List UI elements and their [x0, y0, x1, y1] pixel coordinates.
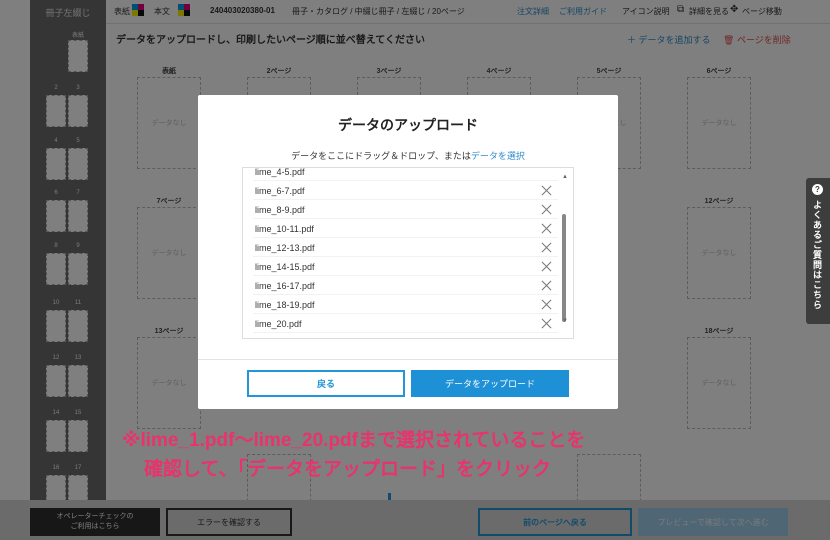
select-data-link[interactable]: データを選択 — [471, 151, 525, 161]
back-button[interactable]: 戻る — [247, 370, 405, 397]
file-row: lime_4-5.pdf — [253, 167, 558, 181]
modal-title: データのアップロード — [338, 117, 478, 133]
upload-data-button[interactable]: データをアップロード — [411, 370, 569, 397]
remove-file-icon[interactable] — [542, 242, 552, 252]
file-row: lime_8-9.pdf — [253, 200, 558, 219]
file-row: lime_20.pdf — [253, 314, 558, 333]
scroll-up-arrow-icon[interactable]: ▲ — [562, 174, 568, 180]
file-name: lime_20.pdf — [255, 319, 302, 329]
modal-divider — [198, 359, 618, 360]
scrollbar-thumb[interactable] — [562, 214, 566, 322]
remove-file-icon[interactable] — [542, 185, 552, 195]
faq-tab-label: よくあるご質問はこちら — [812, 200, 822, 310]
upload-modal: データのアップロード データをここにドラッグ＆ドロップ、またはデータを選択 li… — [198, 95, 618, 409]
remove-file-icon[interactable] — [542, 223, 552, 233]
file-row: lime_16-17.pdf — [253, 276, 558, 295]
file-name: lime_4-5.pdf — [255, 167, 305, 177]
caption-line-2: 確認して、「データをアップロード」をクリック — [144, 459, 551, 480]
file-name: lime_6-7.pdf — [255, 186, 305, 196]
remove-file-icon[interactable] — [542, 204, 552, 214]
file-name: lime_18-19.pdf — [255, 300, 315, 310]
remove-file-icon[interactable] — [542, 280, 552, 290]
file-row: lime_14-15.pdf — [253, 257, 558, 276]
drop-zone-instruction[interactable]: データをここにドラッグ＆ドロップ、またはデータを選択 — [198, 149, 618, 162]
app-root: 冊子左綴じ 表紙 2 3 4 5 6 7 8 9 10 11 12 13 14 … — [0, 0, 830, 540]
file-name: lime_10-11.pdf — [255, 224, 314, 234]
file-name: lime_16-17.pdf — [255, 281, 315, 291]
remove-file-icon[interactable] — [542, 318, 552, 328]
scroll-down-arrow-icon[interactable]: ▼ — [562, 318, 568, 324]
faq-side-tab[interactable]: ? よくあるご質問はこちら — [806, 178, 830, 324]
file-row: lime_10-11.pdf — [253, 219, 558, 238]
file-row: lime_12-13.pdf — [253, 238, 558, 257]
drop-instruction-text: データをここにドラッグ＆ドロップ、または — [291, 151, 471, 161]
instruction-caption: ※lime_1.pdf〜lime_20.pdfまで選択されていることを 確認して… — [122, 426, 585, 484]
question-icon: ? — [812, 184, 823, 195]
remove-file-icon[interactable] — [542, 299, 552, 309]
file-name: lime_8-9.pdf — [255, 205, 305, 215]
remove-file-icon[interactable] — [542, 261, 552, 271]
file-row: lime_18-19.pdf — [253, 295, 558, 314]
file-name: lime_12-13.pdf — [255, 243, 315, 253]
file-row: lime_6-7.pdf — [253, 181, 558, 200]
selected-file-list[interactable]: lime_4-5.pdf lime_6-7.pdf lime_8-9.pdf l… — [242, 167, 574, 339]
file-name: lime_14-15.pdf — [255, 262, 315, 272]
caption-line-1: ※lime_1.pdf〜lime_20.pdfまで選択されていることを — [122, 430, 586, 451]
